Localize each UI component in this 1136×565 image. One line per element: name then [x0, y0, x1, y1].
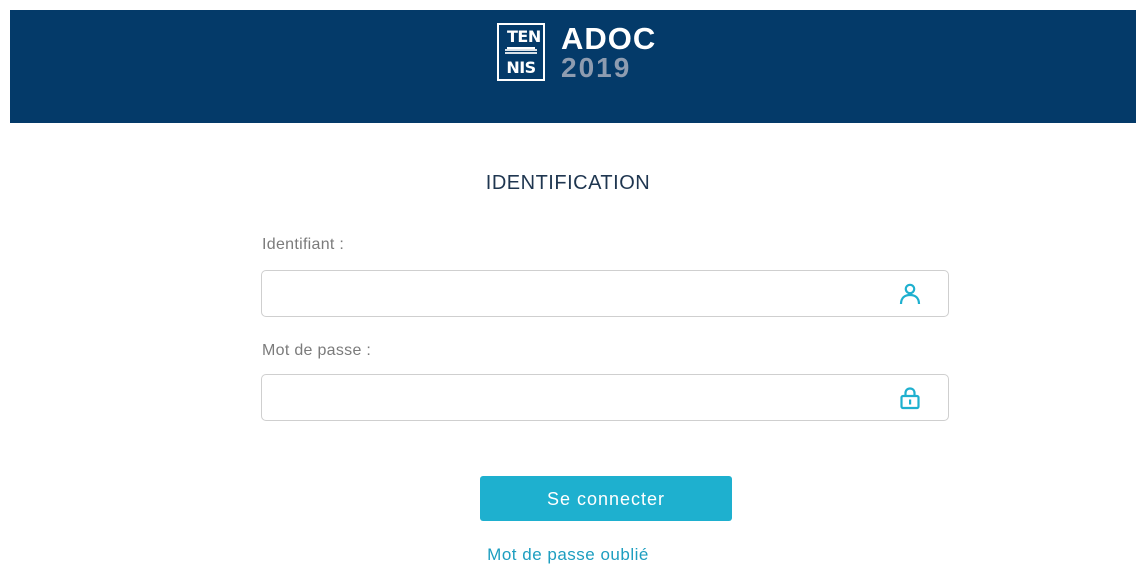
brand: TEN NIS ADOC 2019: [497, 22, 656, 82]
forgot-password-link[interactable]: Mot de passe oublié: [0, 545, 1136, 565]
logo-bottom-text: NIS: [506, 58, 536, 77]
brand-name: ADOC: [561, 20, 657, 56]
logo-stripes: [505, 49, 537, 57]
username-input[interactable]: [262, 271, 862, 316]
username-field[interactable]: [261, 270, 949, 317]
password-label: Mot de passe :: [262, 342, 372, 359]
form-title: IDENTIFICATION: [485, 172, 651, 194]
user-icon: [898, 282, 922, 306]
header-bar: TEN NIS ADOC 2019: [10, 10, 1136, 123]
lock-icon: [898, 386, 922, 410]
login-page: TEN NIS ADOC 2019 IDENTIFICATION Identif…: [0, 0, 1136, 565]
brand-year: 2019: [561, 51, 632, 83]
username-label: Identifiant :: [262, 236, 345, 253]
logo-top-text: TEN: [507, 29, 541, 49]
brand-text: ADOC 2019: [561, 23, 656, 82]
login-button[interactable]: Se connecter: [480, 476, 732, 521]
password-field[interactable]: [261, 374, 949, 421]
password-input[interactable]: [262, 375, 862, 420]
tennis-logo: TEN NIS: [497, 23, 545, 81]
